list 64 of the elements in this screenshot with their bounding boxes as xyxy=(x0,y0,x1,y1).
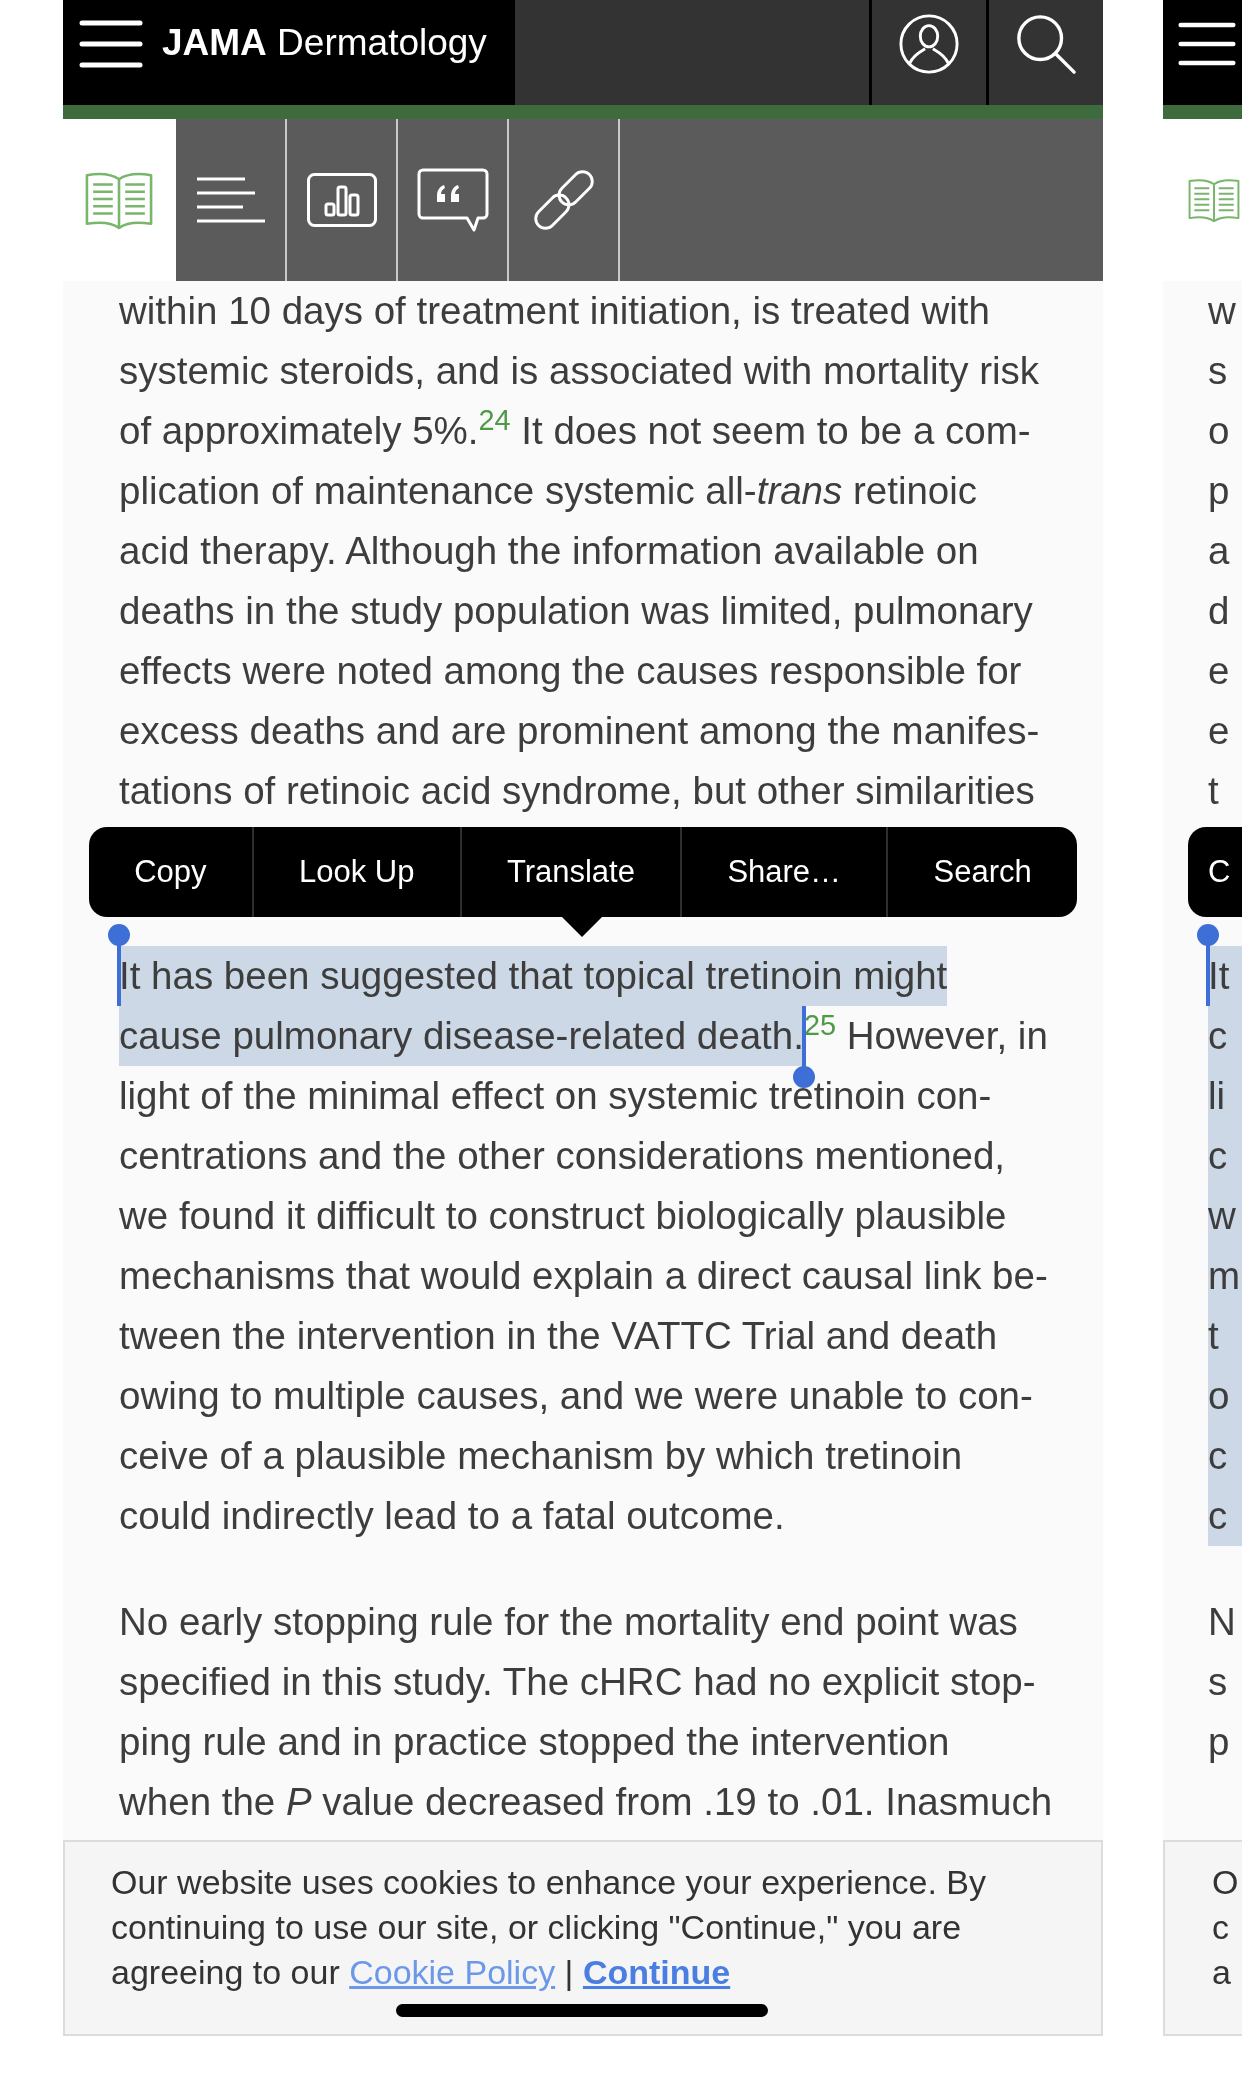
text-fragment: c xyxy=(1208,1486,1242,1546)
text-fragment: w xyxy=(1208,1186,1242,1246)
text-fragment: w xyxy=(1208,288,1237,334)
text-fragment: o xyxy=(1208,1366,1242,1426)
book-icon xyxy=(83,170,154,230)
bar-chart-icon xyxy=(306,173,377,227)
search-icon xyxy=(1015,12,1077,75)
text-line: we found it difficult to construct biologically plausible xyxy=(119,1193,1007,1239)
text-fragment: c xyxy=(1208,1126,1242,1186)
text-fragment: li xyxy=(1208,1066,1242,1126)
text-line: tations of retinoic acid syndrome, but other similarities xyxy=(119,768,1035,814)
menu-item[interactable]: Look Up xyxy=(251,827,460,917)
text-fragment: o xyxy=(1208,408,1231,454)
text-line: effects were noted among the causes responsible for xyxy=(119,648,1022,694)
text-line: light of the minimal effect on systemic tretinoin con- xyxy=(119,1073,992,1119)
text-fragment: t xyxy=(1208,1306,1242,1366)
cookie-message: O c a xyxy=(1212,1862,1240,1993)
menu-button[interactable] xyxy=(79,19,143,68)
book-icon xyxy=(1188,177,1240,223)
text-line: tween the intervention in the VATTC Trial and death xyxy=(119,1313,998,1359)
user-icon xyxy=(898,12,960,75)
text-line: could indirectly lead to a fatal outcome. xyxy=(119,1493,785,1539)
text-line: No early stopping rule for the mortality end point was xyxy=(119,1599,1018,1645)
text-line: within 10 days of treatment initiation, is treated with xyxy=(119,288,990,334)
text-lines-icon xyxy=(196,177,265,223)
quote-bubble-icon xyxy=(416,168,489,232)
text-line: deaths in the study population was limited, pulmonary xyxy=(119,588,1033,634)
text-line: specified in this study. The cHRC had no explicit stop- xyxy=(119,1659,1036,1705)
menu-item[interactable]: Copy xyxy=(89,827,252,917)
cookie-message: Our website uses cookies to enhance your experience. By continuing to use our site, or clicking "Continue," you are agreeing to our Cookie Policy | Continue xyxy=(111,1862,988,1993)
text-fragment: s xyxy=(1208,1659,1229,1705)
text-fragment: N xyxy=(1208,1599,1237,1645)
menu-icon xyxy=(1178,21,1236,66)
text-line: plication of maintenance systemic all-trans retinoic xyxy=(119,468,978,514)
text-fragment: m xyxy=(1208,1246,1242,1306)
text-line: centrations and the other considerations mentioned, xyxy=(119,1133,1006,1179)
text-line: owing to multiple causes, and we were unable to con- xyxy=(119,1373,1033,1419)
text-line: ceive of a plausible mechanism by which tretinoin xyxy=(119,1433,963,1479)
text-fragment: c xyxy=(1208,1426,1242,1486)
text-fragment: c xyxy=(1208,1006,1242,1066)
site-title[interactable]: JAMA Dermatology xyxy=(162,21,487,66)
text-fragment: a xyxy=(1208,528,1231,574)
text-fragment: s xyxy=(1208,348,1229,394)
menu-item[interactable]: Share… xyxy=(680,827,887,917)
text-fragment: p xyxy=(1208,468,1231,514)
menu-icon xyxy=(79,19,143,68)
text-fragment: e xyxy=(1208,708,1231,754)
text-line: excess deaths and are prominent among the manifes- xyxy=(119,708,1040,754)
text-fragment: e xyxy=(1208,648,1231,694)
text-line: of approximately 5%.$^{24}$ It does not seem to be a com- xyxy=(119,402,1031,454)
text-fragment: d xyxy=(1208,588,1231,634)
text-line: systemic steroids, and is associated with mortality risk xyxy=(119,348,1039,394)
text-line: acid therapy. Although the information available on xyxy=(119,528,979,574)
menu-button[interactable] xyxy=(1178,21,1236,66)
text-fragment: t xyxy=(1208,768,1220,814)
text-line: when the P value decreased from .19 to .01. Inasmuch xyxy=(119,1779,1053,1825)
text-fragment: It xyxy=(1208,946,1242,1006)
context-menu[interactable]: C xyxy=(1188,827,1242,917)
continue-link[interactable]: Continue xyxy=(582,1953,731,1991)
text-line: mechanisms that would explain a direct causal link be- xyxy=(119,1253,1048,1299)
text-line: cause pulmonary disease-related death.$^{25}$ However, in xyxy=(119,1006,1048,1066)
text-fragment: p xyxy=(1208,1719,1231,1765)
menu-item[interactable]: Search xyxy=(886,827,1077,917)
text-line: ping rule and in practice stopped the intervention xyxy=(119,1719,950,1765)
